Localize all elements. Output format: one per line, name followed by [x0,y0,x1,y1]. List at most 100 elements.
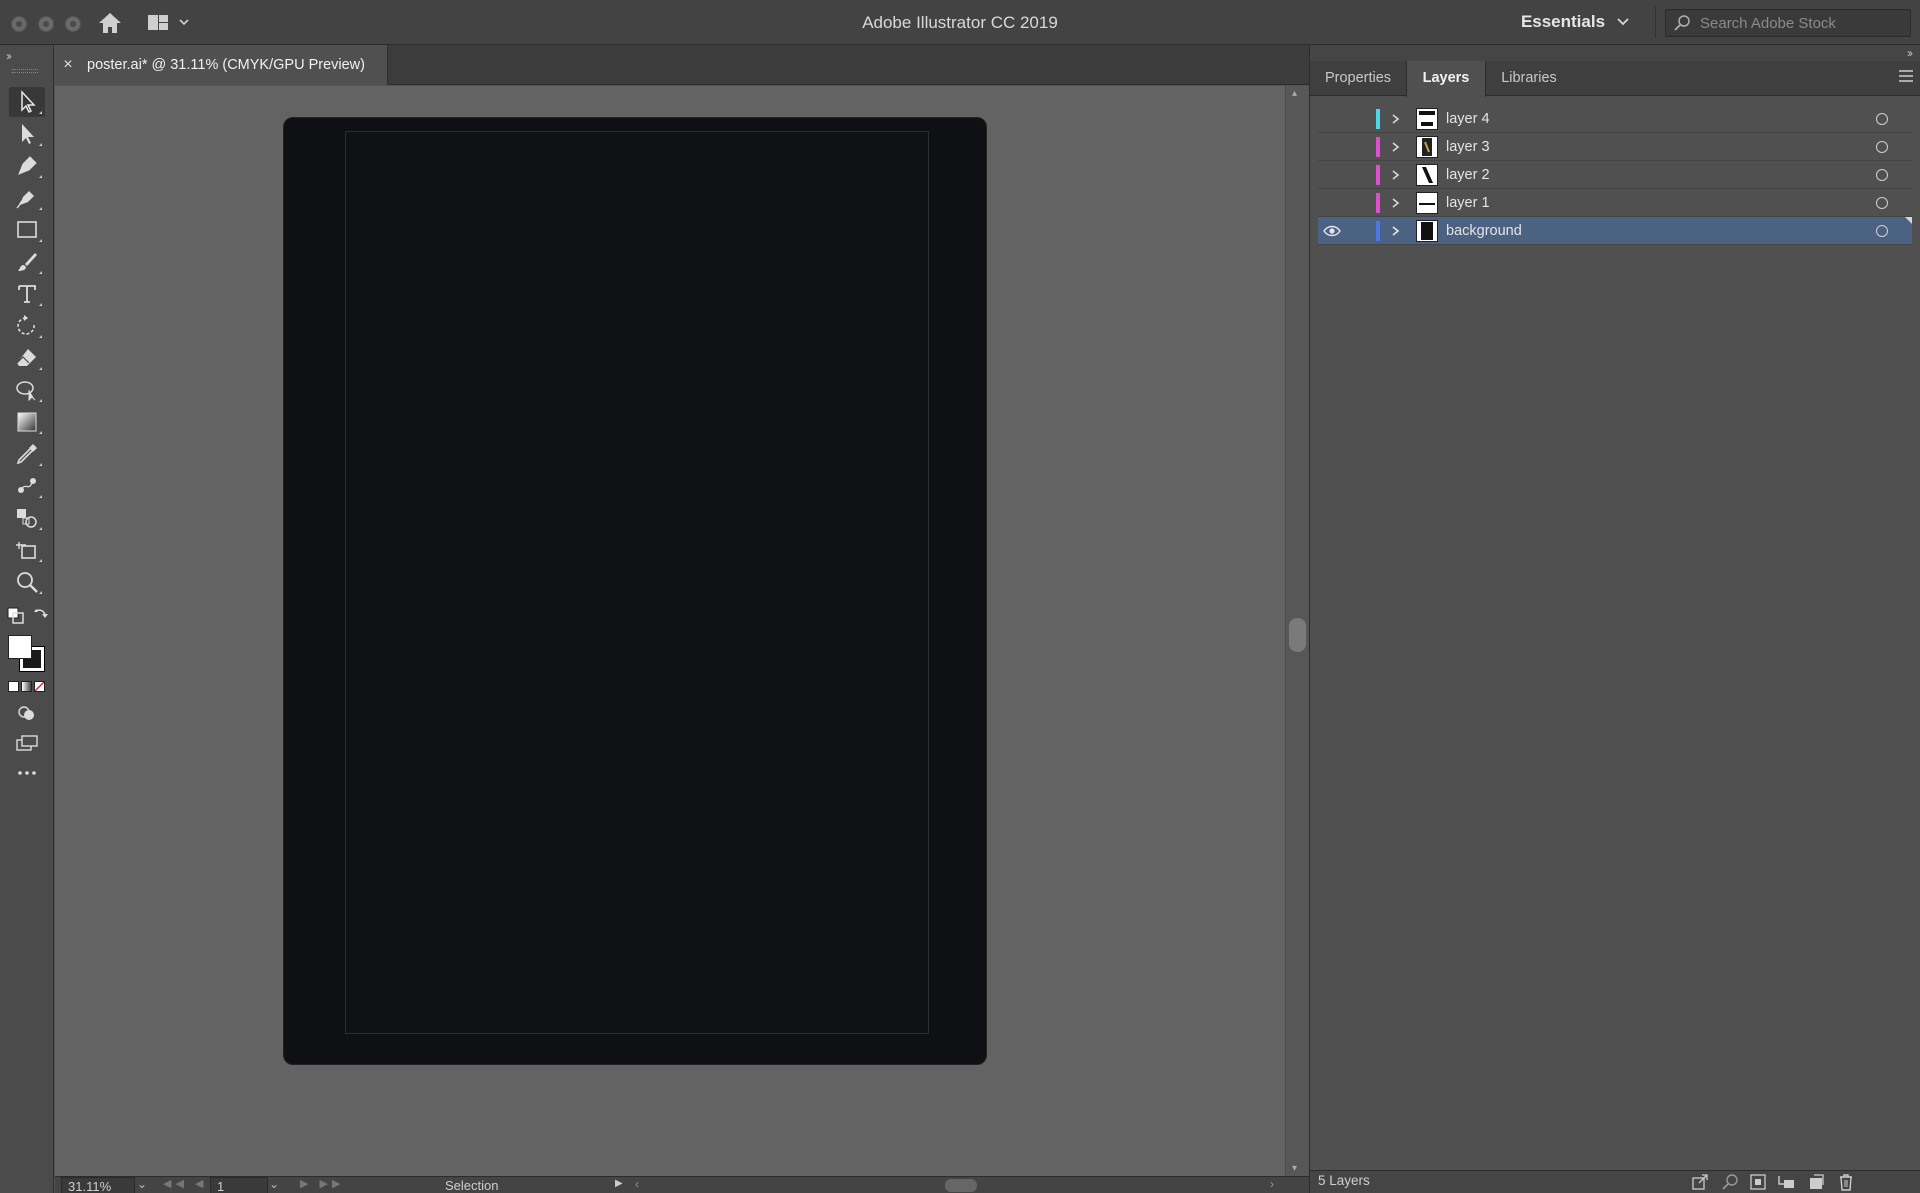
target-circle[interactable] [1876,169,1888,181]
expand-layer-button[interactable] [1388,193,1404,213]
artboard-number-field[interactable]: 1 [210,1177,268,1193]
artboard[interactable] [345,131,929,1034]
fill-swatch[interactable] [8,635,32,659]
eraser-tool[interactable] [9,343,45,373]
blend-tool[interactable] [9,471,45,501]
expand-layer-button[interactable] [1388,221,1404,241]
type-tool[interactable] [9,279,45,309]
lock-toggle[interactable] [1354,165,1368,185]
artboard-navigation[interactable]: ◀◀ ◀ [163,1177,207,1190]
direct-selection-icon [22,124,34,144]
document-tab[interactable]: × poster.ai* @ 31.11% (CMYK/GPU Preview) [55,45,388,85]
fill-stroke-swatches[interactable] [6,633,46,672]
vertical-scroll-thumb[interactable] [1289,618,1306,652]
visibility-toggle[interactable] [1322,193,1342,213]
pen-tool[interactable] [9,151,45,181]
edit-toolbar-button[interactable] [9,758,45,788]
rotate-tool[interactable] [9,311,45,341]
zoom-window-button[interactable] [65,16,81,32]
eye-icon [1323,225,1341,237]
scroll-down-arrow[interactable]: ▾ [1292,1163,1297,1174]
home-button[interactable] [96,10,124,36]
visibility-toggle[interactable] [1322,137,1342,157]
visibility-toggle[interactable] [1322,109,1342,129]
layer-row[interactable]: layer 4 [1318,105,1912,133]
target-circle[interactable] [1876,113,1888,125]
canvas-area[interactable] [55,86,1285,1176]
locate-object-button[interactable] [1720,1172,1740,1192]
close-window-button[interactable] [11,16,27,32]
swap-fill-stroke-button[interactable] [32,607,50,625]
visibility-toggle[interactable] [1322,221,1342,241]
workspace-switcher[interactable]: Essentials [1510,8,1640,36]
layer-name[interactable]: background [1446,217,1522,245]
paintbrush-tool[interactable] [9,247,45,277]
status-menu-arrow[interactable]: ▶ [615,1178,623,1189]
lock-toggle[interactable] [1354,221,1368,241]
delete-layer-button[interactable] [1836,1172,1856,1192]
scroll-left-arrow[interactable]: ‹ [635,1177,639,1191]
expand-layer-button[interactable] [1388,137,1404,157]
selection-tool[interactable] [9,87,45,117]
lock-toggle[interactable] [1354,193,1368,213]
expand-layer-button[interactable] [1388,165,1404,185]
artboard-tool[interactable] [9,535,45,565]
lock-toggle[interactable] [1354,109,1368,129]
vertical-scrollbar[interactable]: ▴ ▾ [1285,86,1309,1176]
target-circle[interactable] [1876,225,1888,237]
symbol-sprayer-tool[interactable] [9,503,45,533]
gradient-tool[interactable] [9,407,45,437]
scroll-right-arrow[interactable]: › [1270,1177,1274,1191]
target-circle[interactable] [1876,141,1888,153]
arrange-documents-button[interactable] [146,12,194,34]
default-fill-stroke-button[interactable] [7,607,25,625]
drawing-mode-button[interactable] [9,698,45,728]
toolbar-grip[interactable] [12,69,38,73]
zoom-tool[interactable] [9,567,45,597]
close-tab-button[interactable]: × [55,56,81,74]
tab-libraries[interactable]: Libraries [1486,61,1572,96]
panel-menu-button[interactable] [1899,70,1913,82]
toolbar-collapse-toggle[interactable]: ›› [6,49,12,63]
gradient-button[interactable] [21,681,32,692]
artboard-navigation-next[interactable]: ▶ ▶▶ [300,1177,344,1190]
curvature-tool[interactable] [9,183,45,213]
layer-name[interactable]: layer 1 [1446,189,1490,217]
zoom-level-field[interactable]: 31.11% [61,1177,135,1193]
layer-name[interactable]: layer 4 [1446,105,1490,133]
layer-name[interactable]: layer 3 [1446,133,1490,161]
artboard-dropdown-arrow[interactable]: ⌄ [269,1177,279,1191]
layer-row-selected[interactable]: background [1318,217,1912,245]
create-layer-button[interactable] [1806,1172,1826,1192]
make-clipping-mask-button[interactable] [1748,1172,1768,1192]
minimize-window-button[interactable] [38,16,54,32]
puppet-warp-tool[interactable] [9,375,45,405]
direct-selection-tool[interactable] [9,119,45,149]
tab-layers[interactable]: Layers [1406,61,1486,97]
none-button[interactable] [34,681,45,692]
screen-mode-button[interactable] [9,728,45,758]
zoom-dropdown-arrow[interactable]: ⌄ [137,1177,147,1191]
selection-arrow-icon [21,90,36,114]
lock-toggle[interactable] [1354,137,1368,157]
tab-properties[interactable]: Properties [1310,61,1406,96]
eyedropper-tool[interactable] [9,439,45,469]
visibility-toggle[interactable] [1322,165,1342,185]
scroll-up-arrow[interactable]: ▴ [1292,88,1297,99]
search-input[interactable] [1700,14,1900,32]
layer-row[interactable]: layer 3 [1318,133,1912,161]
expand-layer-button[interactable] [1388,109,1404,129]
search-icon [1674,15,1690,31]
layer-name[interactable]: layer 2 [1446,161,1490,189]
collect-for-export-button[interactable] [1690,1172,1710,1192]
panel-collapse-toggle[interactable]: ›› [1907,46,1913,60]
target-circle[interactable] [1876,197,1888,209]
layer-row[interactable]: layer 2 [1318,161,1912,189]
color-button[interactable] [8,681,19,692]
horizontal-scroll-thumb[interactable] [945,1179,977,1192]
layer-row[interactable]: layer 1 [1318,189,1912,217]
create-sublayer-button[interactable] [1776,1172,1796,1192]
stock-search-box[interactable] [1665,9,1911,37]
document-tab-label: poster.ai* @ 31.11% (CMYK/GPU Preview) [87,57,365,73]
rectangle-tool[interactable] [9,215,45,245]
